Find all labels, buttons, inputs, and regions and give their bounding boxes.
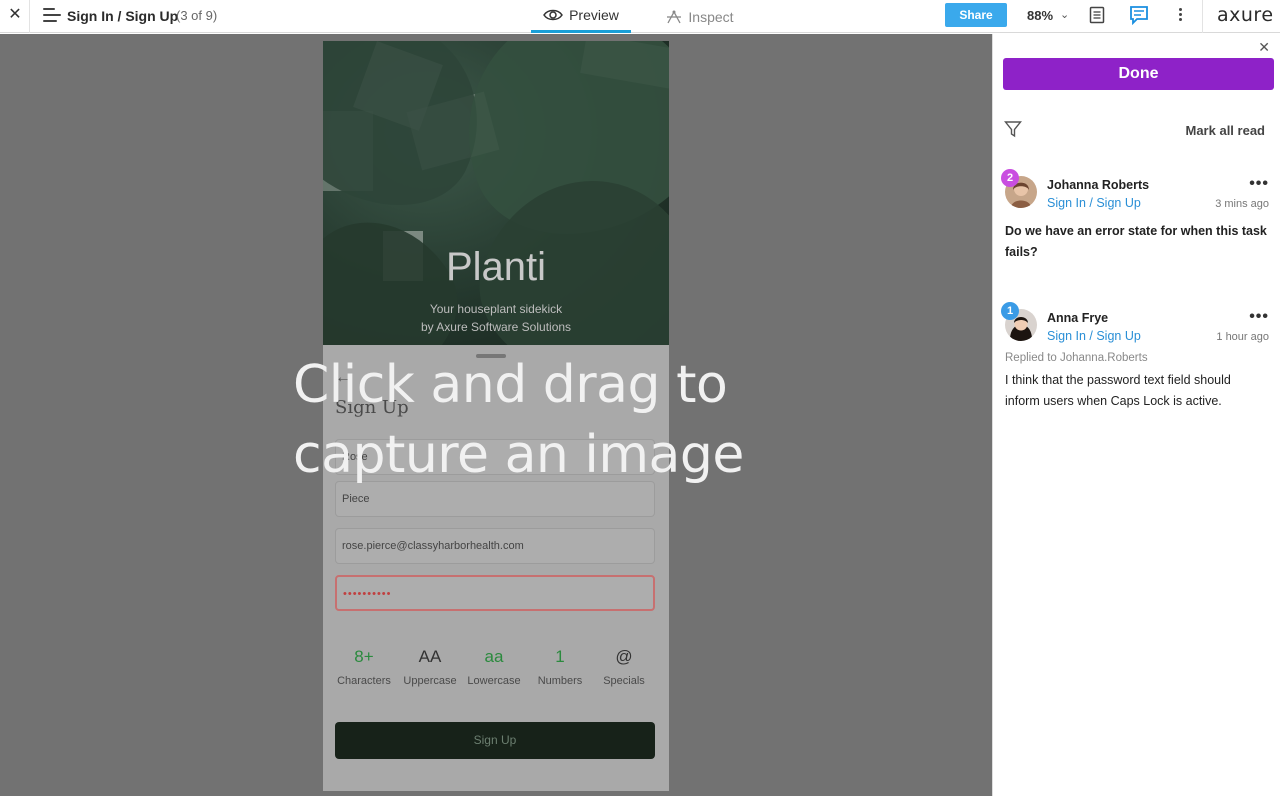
- requirement-symbol: 8+: [354, 647, 374, 666]
- menu-icon[interactable]: [43, 8, 61, 24]
- comments-panel: ✕ Done Mark all read 2 Johanna Roberts •…: [992, 34, 1280, 796]
- close-icon[interactable]: ✕: [1258, 39, 1270, 56]
- requirement-label: Lowercase: [467, 675, 521, 687]
- more-options-icon[interactable]: [1174, 6, 1186, 26]
- comment-body: Do we have an error state for when this …: [1005, 224, 1267, 259]
- page-count: (3 of 9): [176, 8, 218, 23]
- comment-author: Johanna Roberts: [1047, 178, 1150, 192]
- hero-subtitle-line: by Axure Software Solutions: [420, 320, 572, 334]
- tab-preview-label: Preview: [569, 7, 619, 23]
- replied-to-label: Replied to Johanna.Roberts: [1005, 352, 1148, 364]
- unread-badge: 2: [1001, 169, 1019, 187]
- filter-icon[interactable]: [1004, 120, 1022, 138]
- comment-body: I think that the password text field sho…: [1005, 373, 1231, 408]
- comment-time: 3 mins ago: [1215, 198, 1269, 210]
- requirement-numbers: 1 Numbers: [527, 647, 593, 687]
- requirement-label: Uppercase: [403, 675, 457, 687]
- requirement-uppercase: AA Uppercase: [397, 647, 463, 687]
- overlay-line: capture an image: [293, 425, 744, 485]
- password-field[interactable]: ••••••••••: [335, 575, 655, 611]
- tab-inspect-label: Inspect: [688, 8, 734, 25]
- chevron-down-icon[interactable]: ⌄: [1060, 8, 1069, 21]
- divider: [29, 0, 30, 33]
- requirement-symbol: AA: [418, 647, 442, 666]
- inspect-icon: [667, 10, 682, 23]
- requirement-characters: 8+ Characters: [331, 647, 397, 687]
- prototype-canvas[interactable]: Planti Your houseplant sidekick by Axure…: [0, 34, 992, 796]
- comment-page-link[interactable]: Sign In / Sign Up: [1047, 196, 1141, 210]
- requirement-symbol: aa: [484, 647, 504, 666]
- comment-time: 1 hour ago: [1216, 331, 1269, 343]
- requirement-lowercase: aa Lowercase: [461, 647, 527, 687]
- document-icon[interactable]: [1089, 6, 1105, 24]
- axure-logo: axure: [1217, 4, 1274, 26]
- divider: [1202, 0, 1203, 33]
- hero-image: Planti Your houseplant sidekick by Axure…: [323, 41, 669, 345]
- hero-subtitle-line: Your houseplant sidekick: [429, 302, 563, 316]
- done-button[interactable]: Done: [1003, 58, 1274, 90]
- email-field[interactable]: rose.pierce@classyharborhealth.com: [335, 528, 655, 564]
- overlay-line: Click and drag to: [293, 355, 728, 415]
- eye-icon: [543, 9, 563, 21]
- requirement-label: Characters: [337, 675, 391, 687]
- share-button[interactable]: Share: [945, 3, 1007, 27]
- requirement-specials: @ Specials: [591, 647, 657, 687]
- requirement-symbol: 1: [555, 647, 565, 666]
- requirement-label: Specials: [603, 675, 645, 687]
- requirement-symbol: @: [615, 647, 633, 666]
- requirement-label: Numbers: [537, 675, 583, 687]
- hero-subtitle: Your houseplant sidekick by Axure Softwa…: [323, 300, 669, 336]
- comment-icon[interactable]: [1129, 5, 1149, 25]
- more-options-icon[interactable]: •••: [1249, 308, 1269, 326]
- comment-author: Anna Frye: [1047, 311, 1109, 325]
- capture-overlay-text: Click and drag to capture an image: [293, 350, 744, 490]
- top-bar: ✕ Sign In / Sign Up (3 of 9) Preview Ins…: [0, 0, 1280, 33]
- page-title[interactable]: Sign In / Sign Up: [67, 8, 178, 24]
- tab-inspect[interactable]: Inspect: [660, 0, 740, 33]
- zoom-level[interactable]: 88%: [1027, 8, 1053, 23]
- close-icon[interactable]: ✕: [6, 6, 24, 24]
- mark-all-read-link[interactable]: Mark all read: [1186, 123, 1266, 138]
- comment-page-link[interactable]: Sign In / Sign Up: [1047, 329, 1141, 343]
- hero-title: Planti: [445, 245, 547, 289]
- sign-up-button[interactable]: Sign Up: [335, 722, 655, 759]
- unread-badge: 1: [1001, 302, 1019, 320]
- tab-preview[interactable]: Preview: [531, 0, 631, 33]
- more-options-icon[interactable]: •••: [1249, 175, 1269, 193]
